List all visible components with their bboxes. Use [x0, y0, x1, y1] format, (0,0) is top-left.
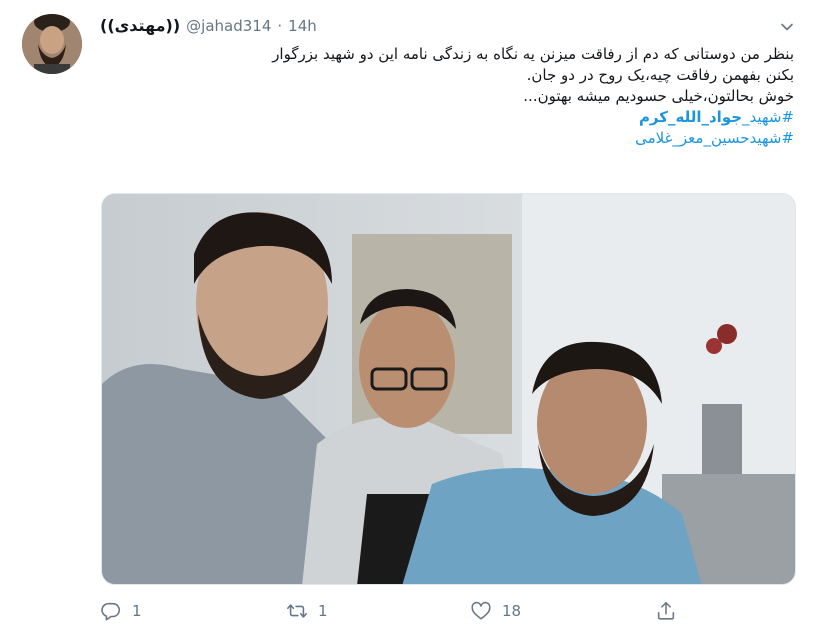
tweet-header: ((مهتدی)) @jahad314 · 14h [100, 16, 317, 35]
hashtag-link[interactable]: #شهید_جواد_الله_کرم [100, 107, 794, 128]
retweet-icon [287, 604, 307, 618]
tweet-card[interactable]: ((مهتدی)) @jahad314 · 14h بنظر من دوستان… [0, 0, 816, 638]
tweet-photo[interactable] [101, 193, 796, 585]
tweet-text-line-2: بکنن بفهمن رفاقت چیه،یک روح در دو جان. [526, 66, 794, 84]
reply-count: 1 [132, 602, 142, 620]
retweet-button[interactable]: 1 [286, 596, 328, 626]
tweet-actions: 1 1 18 [100, 596, 690, 626]
photo-image [102, 194, 795, 584]
user-handle[interactable]: @jahad314 [186, 17, 271, 35]
hashtag-link[interactable]: #شهیدحسین_معز_غلامی [100, 128, 794, 149]
share-button[interactable] [655, 596, 677, 626]
separator-dot: · [277, 17, 283, 35]
timestamp[interactable]: 14h [288, 17, 317, 35]
retweet-count: 1 [318, 602, 328, 620]
avatar-image [22, 14, 82, 74]
hashtag-bold-term: جواد_الله_کرم [638, 108, 743, 126]
heart-icon [471, 601, 491, 620]
tweet-text: بنظر من دوستانی که دم از رفاقت میزنن یه … [100, 44, 794, 149]
chevron-down-icon[interactable] [780, 20, 794, 34]
tweet-text-line-3: خوش بحالتون،خیلی حسودیم میشه بهتون... [523, 87, 794, 105]
display-name[interactable]: ((مهتدی)) [100, 16, 180, 35]
like-count: 18 [502, 602, 522, 620]
reply-button[interactable]: 1 [100, 596, 142, 626]
hashtag-prefix: #شهید_ [742, 108, 794, 126]
reply-icon [101, 602, 121, 621]
avatar[interactable] [22, 14, 82, 74]
share-icon [657, 601, 675, 620]
tweet-text-line-1: بنظر من دوستانی که دم از رفاقت میزنن یه … [272, 45, 794, 63]
like-button[interactable]: 18 [470, 596, 521, 626]
